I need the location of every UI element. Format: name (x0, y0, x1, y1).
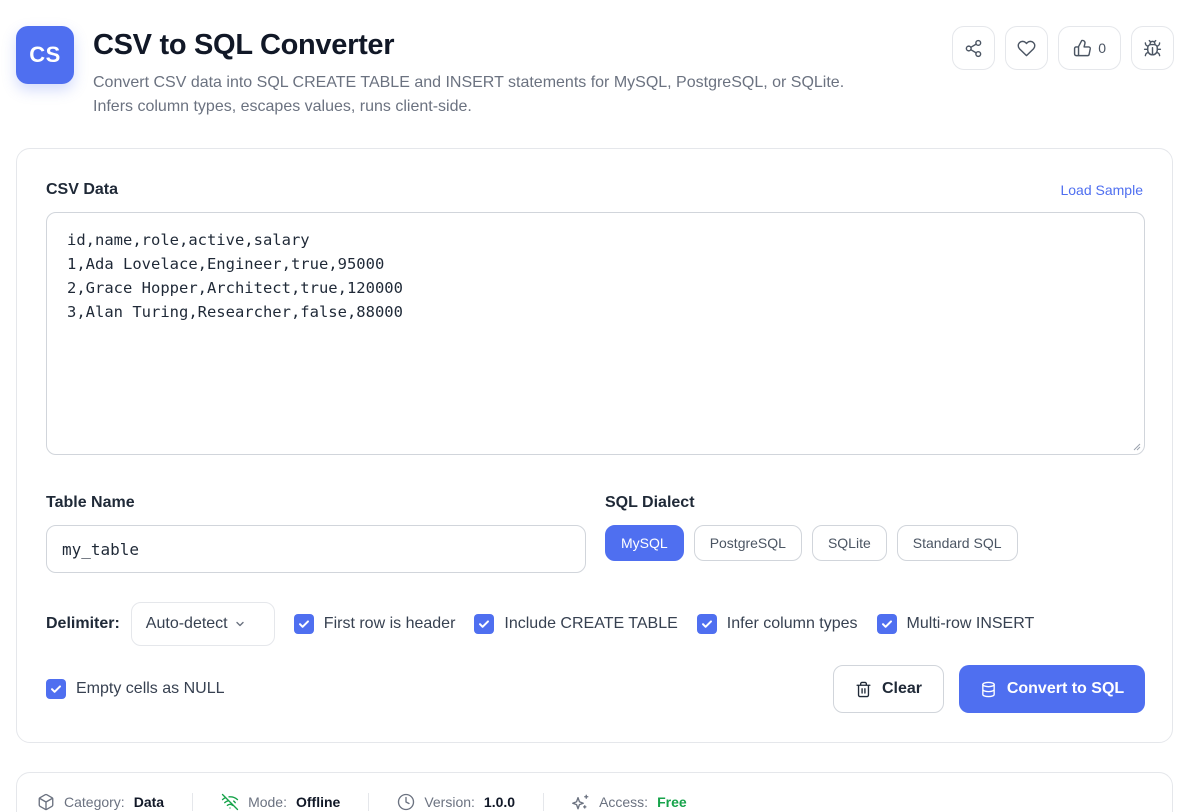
checkbox-checked-icon (46, 679, 66, 699)
category-label: Category: (64, 794, 125, 810)
app-logo: CS (16, 26, 74, 84)
thumbs-up-icon (1074, 39, 1092, 56)
dialect-selector: MySQL PostgreSQL SQLite Standard SQL (605, 525, 1018, 561)
clock-icon (398, 793, 415, 811)
favorite-button[interactable] (1005, 26, 1049, 70)
clear-label: Clear (881, 680, 923, 697)
infer-column-types-checkbox[interactable]: Infer column types (696, 614, 858, 634)
box-icon (38, 793, 54, 811)
like-button[interactable]: 0 (1058, 26, 1121, 70)
database-icon (981, 681, 995, 697)
share-button[interactable] (952, 26, 996, 70)
dialect-sqlite-button[interactable]: SQLite (811, 525, 887, 561)
csv-line: 3,Alan Turing,Researcher,false,88000 (67, 303, 403, 321)
checkbox-label: Infer column types (726, 615, 858, 632)
divider (368, 793, 370, 811)
trash-icon (856, 681, 871, 697)
version-value: 1.0.0 (483, 794, 516, 810)
info-version: Version: 1.0.0 (397, 793, 515, 811)
multi-row-insert-checkbox[interactable]: Multi-row INSERT (876, 614, 1035, 634)
info-access: Access: Free (572, 793, 687, 811)
first-row-header-checkbox[interactable]: First row is header (293, 614, 456, 634)
dialect-standard-sql-button[interactable]: Standard SQL (896, 525, 1018, 561)
checkbox-label: Include CREATE TABLE (504, 615, 678, 632)
version-label: Version: (424, 794, 475, 810)
delimiter-select[interactable]: Auto-detect (130, 602, 275, 646)
csv-textarea[interactable]: id,name,role,active,salary 1,Ada Lovelac… (46, 212, 1145, 455)
wifi-off-icon (221, 793, 239, 811)
resize-handle-icon[interactable] (1131, 441, 1141, 451)
sql-dialect-label: SQL Dialect (605, 494, 695, 511)
info-mode: Mode: Offline (221, 793, 340, 811)
checkbox-checked-icon (696, 614, 717, 634)
bug-icon (1143, 39, 1162, 56)
convert-to-sql-button[interactable]: Convert to SQL (959, 665, 1145, 713)
report-bug-button[interactable] (1131, 26, 1174, 70)
delimiter-value: Auto-detect (145, 615, 228, 632)
csv-line: id,name,role,active,salary (67, 231, 310, 249)
mode-label: Mode: (248, 794, 287, 810)
table-name-input[interactable]: my_table (46, 525, 586, 573)
csv-data-label: CSV Data (46, 181, 119, 198)
clear-button[interactable]: Clear (833, 665, 944, 713)
info-category: Category: Data (37, 793, 164, 811)
checkbox-label: Empty cells as NULL (76, 680, 225, 697)
convert-label: Convert to SQL (1006, 680, 1125, 697)
checkbox-checked-icon (876, 614, 897, 634)
heart-icon (1017, 40, 1036, 56)
dialect-postgresql-button[interactable]: PostgreSQL (693, 525, 802, 561)
page-description: Convert CSV data into SQL CREATE TABLE a… (93, 71, 923, 119)
csv-line: 2,Grace Hopper,Architect,true,120000 (67, 279, 403, 297)
share-icon (965, 39, 982, 57)
include-create-table-checkbox[interactable]: Include CREATE TABLE (474, 614, 678, 634)
description-line: Convert CSV data into SQL CREATE TABLE a… (93, 74, 845, 91)
divider (543, 793, 545, 811)
tool-info-bar: Category: Data Mode: Offline Version: 1.… (16, 772, 1173, 812)
mode-value: Offline (295, 794, 341, 810)
header-actions: 0 (952, 26, 1174, 70)
like-count: 0 (1098, 40, 1106, 56)
sparkles-icon (572, 794, 589, 810)
table-name-label: Table Name (46, 494, 135, 511)
csv-line: 1,Ada Lovelace,Engineer,true,95000 (67, 255, 385, 273)
category-value: Data (133, 794, 165, 810)
converter-card: CSV Data Load Sample id,name,role,active… (16, 148, 1173, 743)
chevron-down-icon (235, 621, 244, 627)
checkbox-checked-icon (474, 614, 495, 634)
load-sample-link[interactable]: Load Sample (1060, 182, 1143, 198)
description-line: Infers column types, escapes values, run… (93, 98, 472, 115)
delimiter-label: Delimiter: (46, 615, 120, 632)
options-row: Delimiter: Auto-detect First row is head… (46, 602, 1053, 646)
access-value: Free (657, 794, 687, 810)
page-header: CS CSV to SQL Converter Convert CSV data… (16, 26, 1174, 126)
empty-cells-null-checkbox[interactable]: Empty cells as NULL (46, 679, 225, 699)
page-title: CSV to SQL Converter (93, 29, 395, 61)
dialect-mysql-button[interactable]: MySQL (605, 525, 684, 561)
checkbox-label: Multi-row INSERT (906, 615, 1035, 632)
access-label: Access: (599, 794, 649, 810)
divider (192, 793, 194, 811)
checkbox-checked-icon (293, 614, 314, 634)
checkbox-label: First row is header (323, 615, 456, 632)
info-items: Category: Data Mode: Offline Version: 1.… (37, 793, 687, 811)
